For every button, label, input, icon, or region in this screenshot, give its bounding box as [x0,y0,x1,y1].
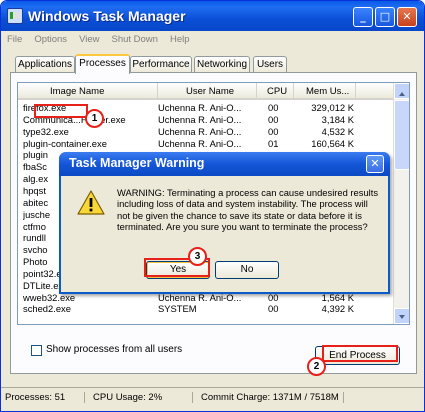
menu-options[interactable]: Options [28,31,73,45]
minimize-button[interactable]: _ [353,7,373,27]
process-user-name: Uchenna R. Ani-O... [158,125,242,137]
no-button[interactable]: No [215,261,279,279]
process-cpu: 01 [268,137,279,149]
process-cpu: 00 [268,102,279,113]
process-image-name: type32.exe [23,125,69,137]
status-bar: Processes: 51 CPU Usage: 2% Commit Charg… [1,387,424,411]
process-cpu: 00 [268,125,279,137]
tab-users[interactable]: Users [253,56,287,73]
scroll-up-icon[interactable] [394,83,409,99]
tab-processes[interactable]: Processes [75,54,130,74]
scroll-down-icon[interactable] [394,308,409,324]
process-mem-usage: 329,012 K [311,102,354,113]
scroll-thumb[interactable] [394,100,409,170]
process-image-name: plugin-container.exe [23,137,107,149]
show-all-users-checkbox[interactable] [31,345,42,356]
step-1-badge: 1 [85,109,104,128]
end-process-highlight [322,345,398,362]
menu-help[interactable]: Help [164,31,196,45]
process-mem-usage: 160,564 K [311,137,354,149]
dialog-close-button[interactable]: ✕ [366,155,384,173]
process-user-name: Uchenna R. Ani-O... [158,102,242,113]
step-2-badge: 2 [307,357,326,376]
step-3-badge: 3 [188,247,207,266]
tab-networking[interactable]: Networking [194,56,250,73]
close-button[interactable]: ✕ [397,7,417,27]
process-mem-usage: 3,184 K [321,113,354,125]
tab-performance[interactable]: Performance [130,56,192,73]
table-row[interactable]: type32.exe Uchenna R. Ani-O... 00 4,532 K [18,126,409,138]
task-manager-app-icon [7,8,23,24]
process-mem-usage: 4,392 K [321,303,354,315]
process-cpu: 00 [268,113,279,125]
col-cpu[interactable]: CPU [257,83,294,100]
title-bar[interactable]: Windows Task Manager _ □ ✕ [1,1,424,31]
process-user-name: Uchenna R. Ani-O... [158,137,242,149]
col-image-name[interactable]: Image Name [18,83,158,100]
menu-file[interactable]: File [1,31,28,45]
process-mem-usage: 4,532 K [321,125,354,137]
tab-applications[interactable]: Applications [15,56,75,73]
vertical-scrollbar[interactable] [393,83,409,324]
menu-bar: File Options View Shut Down Help [1,31,424,49]
process-image-name: sched2.exe [23,303,71,315]
process-user-name: Uchenna R. Ani-O... [158,113,242,125]
window-title: Windows Task Manager [28,8,186,24]
dialog-message: WARNING: Terminating a process can cause… [117,187,379,233]
menu-view[interactable]: View [73,31,105,45]
process-cpu: 00 [268,303,279,315]
col-user-name[interactable]: User Name [158,83,257,100]
list-header: Image Name User Name CPU Mem Us... [18,83,409,100]
status-cpu-usage: CPU Usage: 2% [93,392,193,403]
process-user-name: SYSTEM [158,303,197,315]
status-commit-charge: Commit Charge: 1371M / 7518M [201,392,344,403]
maximize-button[interactable]: □ [375,7,395,27]
status-processes: Processes: 51 [5,392,85,403]
menu-shut-down[interactable]: Shut Down [105,31,163,45]
col-mem-usage[interactable]: Mem Us... [294,83,356,100]
table-row[interactable]: plugin-container.exe Uchenna R. Ani-O... 0… [18,138,409,150]
dialog-title-bar[interactable]: Task Manager Warning ✕ [59,152,390,176]
show-all-users-label: Show processes from all users [46,344,183,355]
dialog-title: Task Manager Warning [69,156,205,170]
table-row[interactable]: sched2.exe SYSTEM 00 4,392 K [18,303,409,315]
firefox-row-highlight [34,104,88,118]
warning-dialog: Task Manager Warning ✕ WARNING: Terminat… [59,152,390,294]
warning-icon [77,190,105,215]
